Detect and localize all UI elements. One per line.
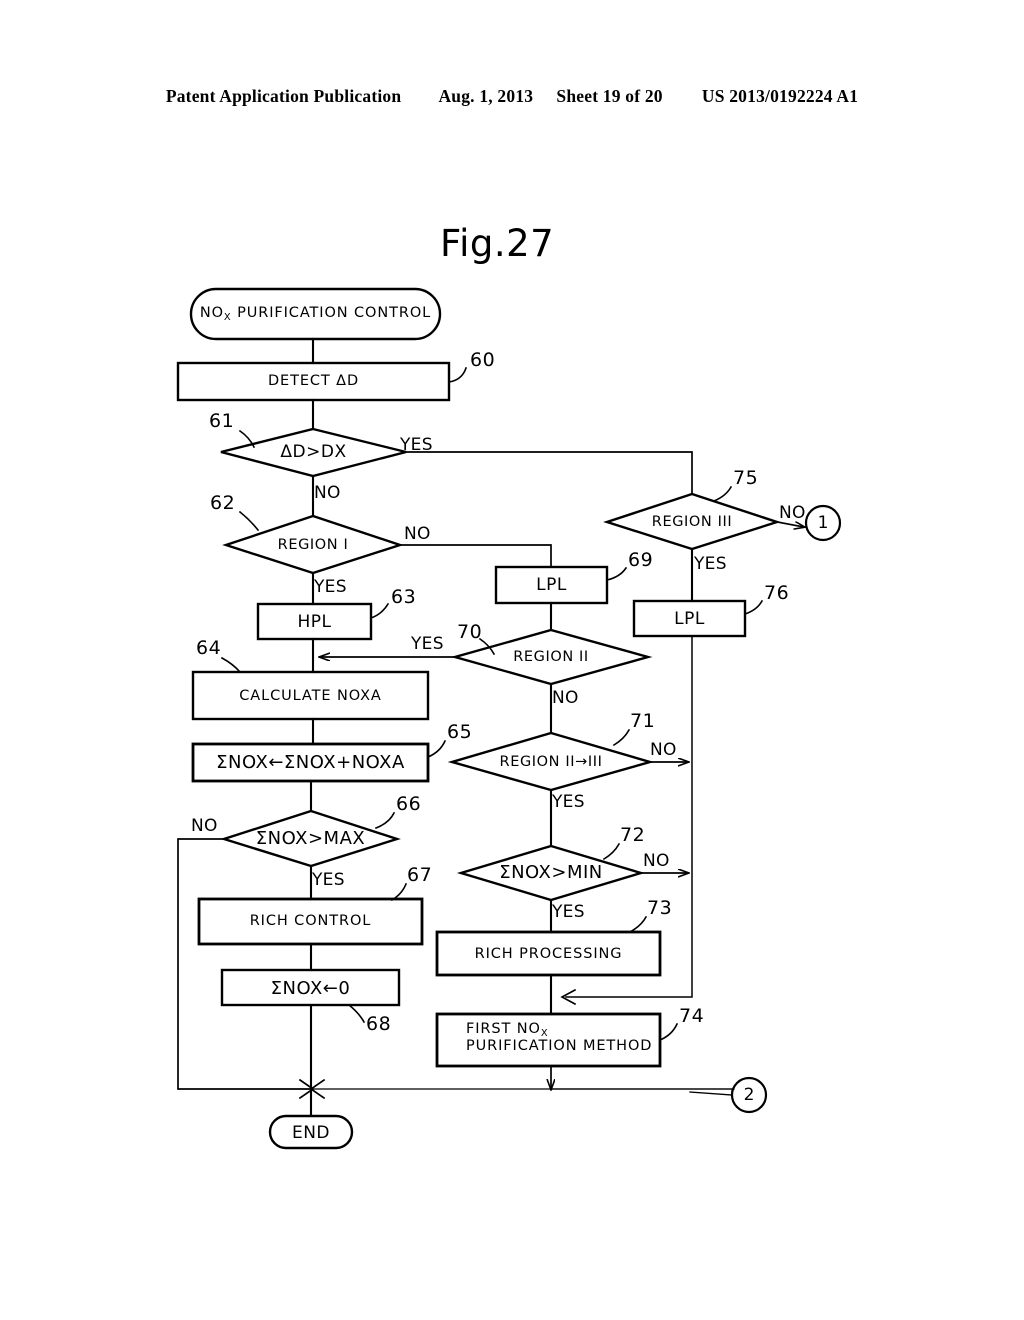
- node-76-shape: [632, 599, 747, 638]
- edge-61-yes-to-75: [405, 451, 693, 495]
- flowchart-svg: [176, 287, 842, 1150]
- node-start-shape: [189, 287, 442, 341]
- node-connector-2-shape: [730, 1076, 768, 1114]
- leader-62: [238, 510, 260, 532]
- node-67-shape: [197, 897, 424, 946]
- leader-60: [448, 366, 468, 383]
- node-61-shape: [220, 427, 407, 478]
- leader-69: [606, 566, 628, 581]
- node-65-shape: [191, 742, 430, 783]
- edge-66-no-loop: [177, 838, 312, 1090]
- leader-74: [658, 1022, 679, 1042]
- edge-bottom-to-connector-2: [550, 1088, 733, 1096]
- leader-64: [220, 656, 242, 674]
- edge-62-no-to-69: [399, 544, 552, 568]
- leader-67: [390, 882, 408, 902]
- leader-73: [628, 915, 648, 934]
- flowchart-diagram: NOX PURIFICATION CONTROL DETECT ΔD ΔD>DX…: [0, 0, 1024, 1320]
- leader-63: [369, 602, 390, 620]
- node-70-shape: [450, 628, 653, 686]
- node-73-shape: [435, 930, 662, 977]
- leader-72: [602, 842, 621, 861]
- leader-76: [743, 599, 764, 616]
- leader-66: [374, 811, 396, 830]
- node-connector-1-shape: [804, 504, 842, 542]
- leader-68: [347, 1003, 366, 1024]
- edge-76-right-rail: [565, 635, 693, 998]
- node-66-shape: [220, 809, 401, 868]
- edge-75-no-to-connector-1: [776, 521, 804, 527]
- node-75-shape: [603, 492, 781, 551]
- leader-71: [612, 728, 631, 747]
- node-64-shape: [191, 670, 430, 721]
- leader-65: [426, 739, 447, 759]
- node-60-shape: [176, 361, 451, 402]
- edge-bottom-to-connector-2b: [689, 1091, 733, 1096]
- node-68-shape: [220, 968, 401, 1007]
- node-63-shape: [256, 602, 373, 641]
- node-74-shape: [435, 1012, 662, 1068]
- node-62-shape: [222, 514, 404, 575]
- node-end-shape: [268, 1114, 354, 1150]
- node-72-shape: [456, 844, 646, 902]
- node-69-shape: [494, 565, 609, 605]
- leader-75: [712, 485, 733, 503]
